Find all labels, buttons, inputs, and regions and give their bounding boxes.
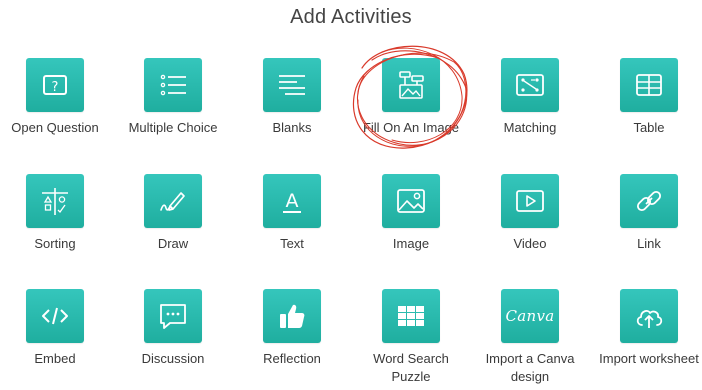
draw-tile-icon [144, 174, 202, 228]
grid-icon [398, 306, 424, 326]
canva-tile-icon: Canva [501, 289, 559, 343]
svg-text:?: ? [52, 80, 59, 95]
activity-video[interactable]: Video [471, 174, 589, 253]
activity-label: Import worksheet [599, 351, 699, 366]
activity-text[interactable]: A Text [233, 174, 351, 253]
activity-label: Text [280, 236, 304, 251]
video-tile-icon [501, 174, 559, 228]
matching-tile-icon [501, 58, 559, 112]
activity-blanks[interactable]: Blanks [233, 58, 351, 137]
embed-tile-icon [26, 289, 84, 343]
image-icon [397, 189, 425, 213]
activity-import-worksheet[interactable]: Import worksheet [590, 289, 702, 368]
open-question-tile-icon: ? [26, 58, 84, 112]
activity-label: Sorting [34, 236, 76, 251]
matching-icon [516, 74, 544, 96]
svg-text:A: A [286, 190, 299, 212]
text-a-icon: A [283, 190, 301, 213]
activity-matching[interactable]: Matching [471, 58, 589, 137]
activity-label: Blanks [272, 120, 312, 135]
reflection-tile-icon [263, 289, 321, 343]
activity-image[interactable]: Image [352, 174, 470, 253]
activity-label: Matching [503, 120, 557, 135]
image-tile-icon [382, 174, 440, 228]
activity-label: Fill On An Image [362, 120, 460, 135]
activity-import-canva[interactable]: Canva Import a Canva design [471, 289, 589, 386]
fill-on-image-icon [399, 71, 424, 99]
activity-label: Import a Canva design [485, 351, 575, 384]
cloud-upload-icon [636, 310, 663, 328]
link-tile-icon [620, 174, 678, 228]
word-search-tile-icon [382, 289, 440, 343]
page-title: Add Activities [290, 6, 412, 28]
sorting-icon [42, 188, 68, 215]
activity-link[interactable]: Link [590, 174, 702, 253]
activity-label: Word Search Puzzle [373, 351, 449, 384]
canva-logo: Canva [505, 307, 555, 325]
activity-discussion[interactable]: Discussion [114, 289, 232, 368]
activity-draw[interactable]: Draw [114, 174, 232, 253]
discussion-tile-icon [144, 289, 202, 343]
activity-label: Embed [34, 351, 76, 366]
activity-label: Multiple Choice [128, 120, 218, 135]
sorting-tile-icon [26, 174, 84, 228]
activity-label: Video [513, 236, 547, 251]
table-tile-icon [620, 58, 678, 112]
multiple-choice-tile-icon [144, 58, 202, 112]
chat-bubble-icon [160, 304, 186, 329]
activity-label: Reflection [263, 351, 321, 366]
activity-label: Link [637, 236, 661, 251]
activity-multiple-choice[interactable]: Multiple Choice [114, 58, 232, 137]
video-play-icon [516, 190, 544, 212]
activity-reflection[interactable]: Reflection [233, 289, 351, 368]
activity-word-search-puzzle[interactable]: Word Search Puzzle [352, 289, 470, 386]
activity-label: Discussion [141, 351, 205, 366]
activity-fill-on-an-image[interactable]: Fill On An Image [352, 58, 470, 137]
table-icon [636, 74, 662, 96]
activity-label: Open Question [11, 120, 99, 135]
activity-label: Table [633, 120, 665, 135]
thumbs-up-icon [280, 304, 305, 328]
activity-label: Draw [157, 236, 189, 251]
text-tile-icon: A [263, 174, 321, 228]
text-lines-icon [279, 75, 305, 95]
blanks-tile-icon [263, 58, 321, 112]
code-icon [42, 307, 68, 325]
fill-on-image-tile-icon [382, 58, 440, 112]
question-box-icon: ? [43, 75, 67, 95]
activity-embed[interactable]: Embed [0, 289, 114, 368]
list-icon [160, 74, 186, 96]
link-icon [636, 190, 662, 212]
activity-label: Image [392, 236, 430, 251]
activity-sorting[interactable]: Sorting [0, 174, 114, 253]
import-worksheet-tile-icon [620, 289, 678, 343]
pencil-icon [160, 192, 185, 211]
activity-open-question[interactable]: ? Open Question [0, 58, 114, 137]
activity-table[interactable]: Table [590, 58, 702, 137]
